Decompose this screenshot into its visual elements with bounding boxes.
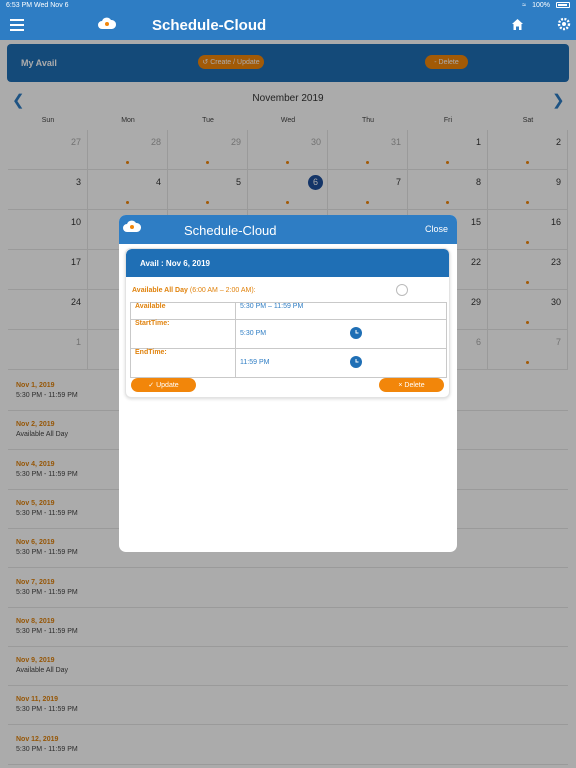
all-day-range: (6:00 AM – 2:00 AM): <box>189 287 256 294</box>
all-day-radio[interactable] <box>396 284 408 296</box>
end-time-field[interactable]: 11:59 PM <box>235 348 447 378</box>
update-button[interactable]: ✓ Update <box>131 378 196 392</box>
all-day-row: Available All Day (6:00 AM – 2:00 AM): <box>132 287 256 294</box>
status-time: 6:53 PM Wed Nov 6 <box>6 1 69 9</box>
clock-icon[interactable] <box>350 356 362 368</box>
avail-card: Avail : Nov 6, 2019 Available All Day (6… <box>125 248 450 398</box>
app-title: Schedule-Cloud <box>152 17 267 34</box>
end-time-value: 11:59 PM <box>240 359 270 366</box>
close-button[interactable]: Close <box>425 224 448 234</box>
avail-modal: Schedule-Cloud Close Avail : Nov 6, 2019… <box>119 215 457 552</box>
nav-bar: Schedule-Cloud <box>0 10 576 40</box>
modal-delete-button[interactable]: × Delete <box>379 378 444 392</box>
status-bar: 6:53 PM Wed Nov 6 ≈ 100% <box>0 0 576 10</box>
start-time-label: StartTime: <box>130 319 236 349</box>
card-header: Avail : Nov 6, 2019 <box>126 249 449 277</box>
available-label: Available <box>130 302 236 320</box>
modal-header: Schedule-Cloud Close <box>119 215 457 244</box>
avail-table: Available 5:30 PM – 11:59 PM StartTime: … <box>130 302 447 378</box>
home-icon[interactable] <box>511 18 524 31</box>
clock-icon[interactable] <box>350 327 362 339</box>
cloud-logo-icon <box>123 220 142 232</box>
settings-icon[interactable] <box>557 17 571 31</box>
wifi-icon: ≈ <box>522 1 527 9</box>
card-title: Avail : Nov 6, 2019 <box>140 259 210 268</box>
all-day-label: Available All Day <box>132 287 188 294</box>
cloud-logo-icon <box>98 17 117 29</box>
battery-icon <box>556 2 570 8</box>
modal-title: Schedule-Cloud <box>184 223 277 238</box>
start-time-value: 5:30 PM <box>240 330 267 337</box>
battery-percent: 100% <box>532 1 550 9</box>
available-value: 5:30 PM – 11:59 PM <box>235 302 447 320</box>
start-time-field[interactable]: 5:30 PM <box>235 319 447 349</box>
menu-icon[interactable] <box>10 19 24 31</box>
end-time-label: EndTime: <box>130 348 236 378</box>
